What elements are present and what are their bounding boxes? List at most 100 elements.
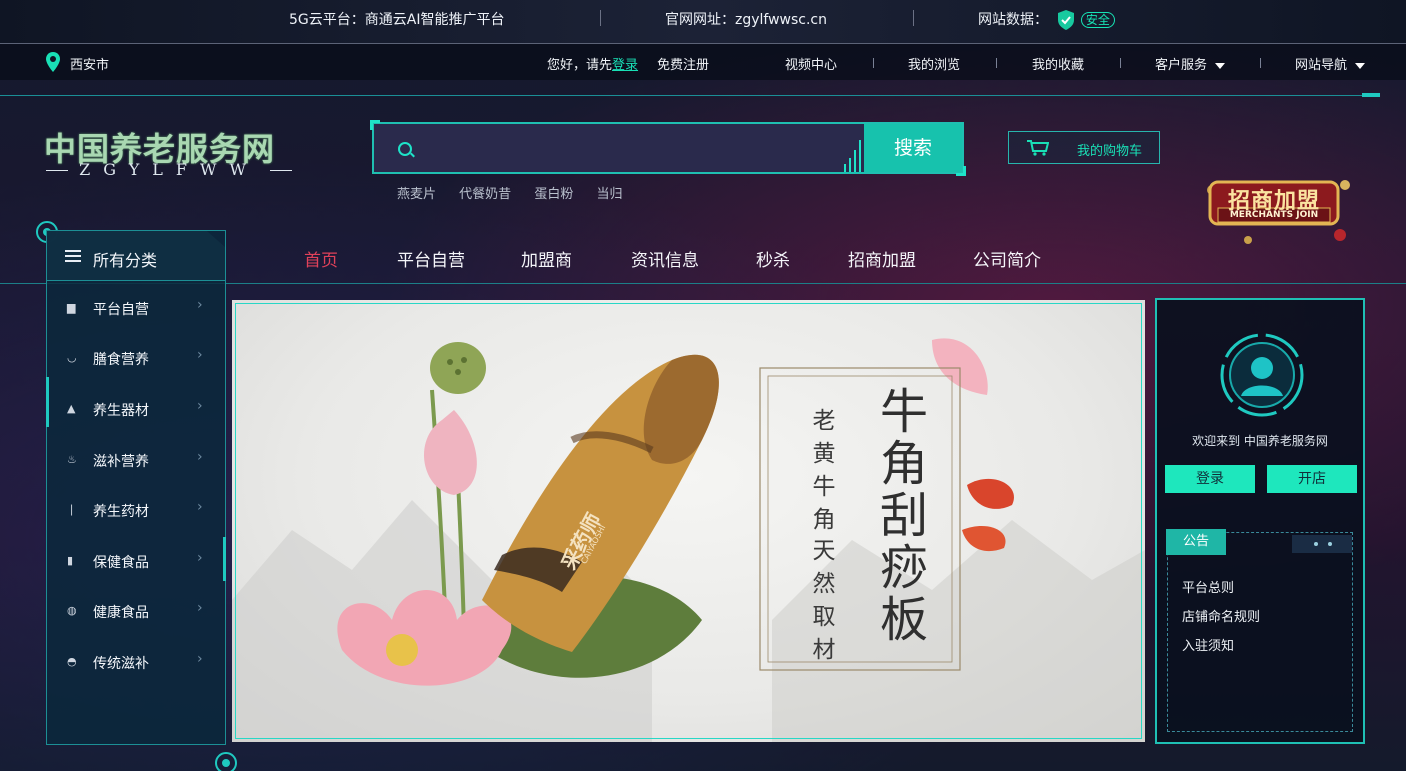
search-input[interactable] <box>418 132 838 164</box>
nav-flash-sale[interactable]: 秒杀 <box>756 246 790 271</box>
welcome-text: 欢迎来到 中国养老服务网 <box>1192 434 1328 448</box>
my-browsing-link[interactable]: 我的浏览 <box>908 54 960 73</box>
greeting-label: 您好，请先 <box>547 58 613 73</box>
sidebar-item-label: 传统滋补 <box>93 656 149 672</box>
nav-news[interactable]: 资讯信息 <box>631 246 699 271</box>
food-icon: ◍ <box>67 604 77 617</box>
equipment-icon: ▲ <box>67 402 76 415</box>
sidebar-item-label: 平台自营 <box>93 302 149 318</box>
sidebar-item-label: 健康食品 <box>93 605 149 621</box>
sidebar-item-health-food[interactable]: ▮ 保健食品 › <box>47 536 225 586</box>
sidebar-item-healthy-food[interactable]: ◍ 健康食品 › <box>47 586 225 636</box>
decor-orb-icon <box>215 752 237 771</box>
sidebar-item-label: 养生药材 <box>93 504 149 520</box>
bottle-icon: ▮ <box>67 554 74 567</box>
herb-icon: ❘ <box>67 503 77 516</box>
user-bar: 西安市 您好，请先登录 免费注册 视频中心 我的浏览 我的收藏 客户服务 网站导… <box>0 44 1406 80</box>
search-bar: 搜索 <box>370 120 966 176</box>
divider <box>1260 58 1261 68</box>
join-badge-subtitle: MERCHANTS JOIN <box>1229 210 1319 220</box>
signal-bars-icon <box>844 136 864 172</box>
notice-list: 平台总则 店铺命名规则 入驻须知 <box>1182 577 1260 664</box>
site-data-label: 网站数据： <box>978 12 1048 28</box>
hot-word-link[interactable]: 当归 <box>596 187 622 202</box>
top-info-bar: 5G云平台：商通云AI智能推广平台 官网网址：zgylfwwsc.cn 网站数据… <box>0 0 1406 44</box>
hot-search-words: 燕麦片 代餐奶昔 蛋白粉 当归 <box>397 183 641 202</box>
notice-item[interactable]: 入驻须知 <box>1182 635 1260 664</box>
frame-corner <box>370 120 380 130</box>
chevron-down-icon <box>1355 62 1366 69</box>
notice-item[interactable]: 平台总则 <box>1182 577 1260 606</box>
my-favorites-link[interactable]: 我的收藏 <box>1032 54 1084 73</box>
sidebar-item-dietary-nutrition[interactable]: ◡ 膳食营养 › <box>47 333 225 383</box>
category-title: 所有分类 <box>93 251 158 270</box>
chevron-down-icon <box>1215 62 1226 69</box>
city-selector[interactable]: 西安市 <box>70 54 109 73</box>
location-pin-icon <box>46 52 60 72</box>
nav-franchisee[interactable]: 加盟商 <box>521 246 572 271</box>
login-button[interactable]: 登录 <box>1165 465 1255 493</box>
cart-icon <box>1027 140 1049 156</box>
register-link[interactable]: 免费注册 <box>657 54 709 73</box>
promo-banner[interactable]: 老黄牛角 天然取材 牛角刮痧板 采药师 CAIYAOSHI <box>232 300 1145 742</box>
divider <box>0 95 1380 96</box>
category-sidebar: 所有分类 ▆ 平台自营 › ◡ 膳食营养 › ▲ 养生器材 › ♨ 滋补营养 ›… <box>46 230 226 745</box>
nav-company-profile[interactable]: 公司简介 <box>973 246 1041 271</box>
category-sidebar-header: 所有分类 <box>47 231 225 281</box>
nav-platform-self[interactable]: 平台自营 <box>397 246 465 271</box>
divider <box>996 58 997 68</box>
hot-word-link[interactable]: 燕麦片 <box>397 187 436 202</box>
divider <box>1120 58 1121 68</box>
chevron-right-icon: › <box>197 398 203 414</box>
site-logo-subtitle: ZGYLFWW <box>46 160 292 179</box>
chevron-right-icon: › <box>197 297 203 313</box>
nav-merchants-join[interactable]: 招商加盟 <box>848 246 916 271</box>
notice-board: 公告 平台总则 店铺命名规则 入驻须知 <box>1166 529 1353 732</box>
chevron-right-icon: › <box>197 347 203 363</box>
notice-tab[interactable]: 公告 <box>1166 529 1226 555</box>
divider <box>913 10 914 26</box>
tonic-icon: ♨ <box>67 453 77 466</box>
avatar-icon <box>1220 333 1304 417</box>
sidebar-item-health-equipment[interactable]: ▲ 养生器材 › <box>47 384 225 434</box>
sidebar-item-tonic-nutrition[interactable]: ♨ 滋补营养 › <box>47 435 225 485</box>
nav-home[interactable]: 首页 <box>304 246 338 271</box>
sidebar-item-traditional-tonic[interactable]: ◓ 传统滋补 › <box>47 637 225 687</box>
chevron-right-icon: › <box>197 651 203 667</box>
chevron-right-icon: › <box>197 499 203 515</box>
menu-icon <box>65 250 81 262</box>
cart-label: 我的购物车 <box>1077 144 1143 159</box>
chevron-right-icon: › <box>197 449 203 465</box>
platform-text: 5G云平台：商通云AI智能推广平台 <box>289 12 505 28</box>
website-text[interactable]: 官网网址：zgylfwwsc.cn <box>665 9 827 29</box>
login-link[interactable]: 登录 <box>612 58 638 73</box>
carousel-dots[interactable] <box>1292 535 1352 553</box>
search-button[interactable]: 搜索 <box>864 124 962 172</box>
bowl-icon: ◡ <box>67 351 77 364</box>
search-icon <box>398 142 412 156</box>
hot-word-link[interactable]: 代餐奶昔 <box>459 187 511 202</box>
divider-accent <box>1362 93 1380 97</box>
sidebar-item-label: 保健食品 <box>93 555 149 571</box>
site-nav-label: 网站导航 <box>1295 58 1348 73</box>
shield-check-icon <box>1058 10 1075 30</box>
site-nav-menu[interactable]: 网站导航 <box>1295 54 1366 73</box>
sidebar-item-label: 膳食营养 <box>93 352 149 368</box>
cart-button[interactable]: 我的购物车 <box>1008 131 1160 164</box>
sidebar-item-label: 滋补营养 <box>93 454 149 470</box>
open-store-button[interactable]: 开店 <box>1267 465 1357 493</box>
customer-service-label: 客户服务 <box>1155 58 1208 73</box>
chevron-right-icon: › <box>197 600 203 616</box>
banner-frame <box>235 303 1142 739</box>
pot-icon: ◓ <box>67 655 77 668</box>
shop-icon: ▆ <box>67 301 76 314</box>
customer-service-menu[interactable]: 客户服务 <box>1155 54 1226 73</box>
video-center-link[interactable]: 视频中心 <box>785 54 837 73</box>
safe-badge: 安全 <box>1080 12 1115 28</box>
sidebar-item-platform-self[interactable]: ▆ 平台自营 › <box>47 283 225 333</box>
user-panel: 欢迎来到 中国养老服务网 登录 开店 公告 平台总则 店铺命名规则 入驻须知 <box>1155 298 1365 744</box>
hot-word-link[interactable]: 蛋白粉 <box>534 187 573 202</box>
notice-item[interactable]: 店铺命名规则 <box>1182 606 1260 635</box>
sidebar-item-medicinal-herbs[interactable]: ❘ 养生药材 › <box>47 485 225 535</box>
greeting-text: 您好，请先登录 <box>547 54 638 73</box>
